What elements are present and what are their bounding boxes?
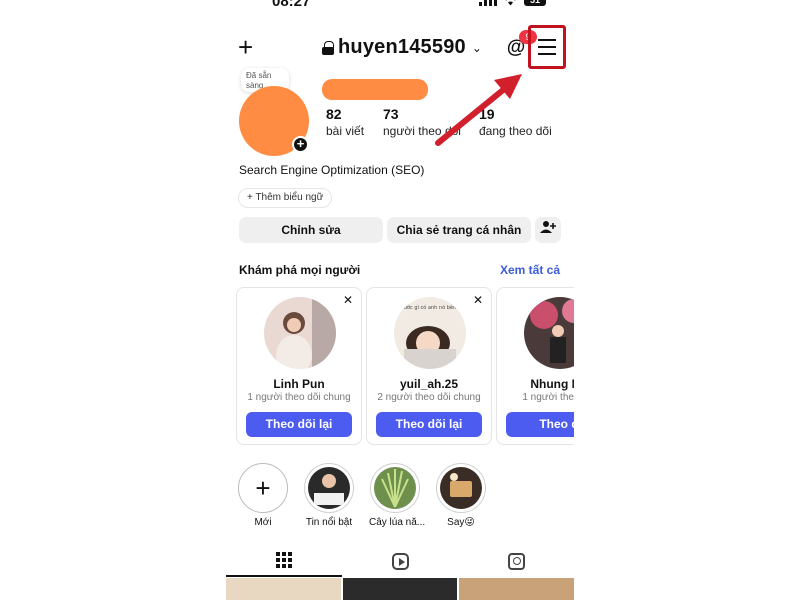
wifi-icon [505,0,516,5]
hamburger-line-icon [538,46,556,48]
stat-number: 19 [479,106,495,122]
post-thumbnail[interactable] [226,578,341,600]
suggestion-name: Nhung Ng [530,377,574,391]
stat-label: người theo dõi [383,124,461,138]
suggestion-name: yuil_ah.25 [399,377,459,391]
follow-back-button[interactable]: Theo dõi lại [376,412,482,437]
stat-label: đang theo dõi [479,124,552,138]
suggestion-avatar[interactable] [524,297,574,369]
highlight-label: Say😜 [447,517,475,528]
display-name-redacted [322,79,428,100]
stat-number: 73 [383,106,399,122]
suggestion-card[interactable]: ✕ ước gì có anh nó bên yuil_ah.25 2 ngườ… [366,287,492,445]
create-post-button[interactable]: + [238,34,253,60]
add-story-icon[interactable]: + [292,136,309,153]
battery-icon: 51 [524,0,546,6]
menu-button[interactable] [528,25,566,69]
add-person-icon[interactable] [535,217,561,243]
signal-icon [479,0,497,6]
bio-text: Search Engine Optimization (SEO) [239,163,425,177]
stat-number: 82 [326,106,342,122]
highlight-cover [308,467,350,509]
highlight-label: Tin nổi bật [305,517,353,528]
mutual-followers: 2 người theo dõi chung [377,392,481,403]
suggestion-name: Linh Pun [273,377,325,391]
reels-icon [391,552,409,570]
stat-label: bài viết [326,124,365,138]
share-profile-button[interactable]: Chia sẻ trang cá nhân [387,217,531,243]
highlight-cover [440,467,482,509]
close-icon[interactable]: ✕ [343,293,353,307]
chevron-down-icon: ⌄ [471,40,482,55]
mutual-followers: 1 người theo dõi chung [247,392,351,403]
tab-reels[interactable] [342,545,458,577]
lock-icon [322,40,334,55]
post-grid [226,578,574,600]
status-icons: 51 [479,0,546,6]
highlight-item[interactable]: Cây lúa nă... [369,463,426,528]
tab-tagged[interactable] [458,545,574,577]
edit-profile-button[interactable]: Chỉnh sửa [239,217,383,243]
highlight-item[interactable]: Say😜 [435,463,487,528]
suggestion-card[interactable]: Nhung Ng 1 người theo dõi Theo d [496,287,574,445]
highlight-cover [374,467,416,509]
highlight-new[interactable]: + Mới [237,463,289,528]
stat-followers[interactable]: 73 người theo dõi [383,106,461,138]
add-banner-button[interactable]: + Thêm biểu ngữ [238,188,333,208]
suggestion-avatar[interactable] [264,297,336,369]
highlight-label: Cây lúa nă... [369,517,426,528]
discover-title: Khám phá mọi người [239,263,361,277]
suggestion-card[interactable]: ✕ Linh Pun 1 người theo dõi chung Theo d… [236,287,362,445]
suggestion-avatar[interactable]: ước gì có anh nó bên [394,297,466,369]
tagged-icon [507,552,525,570]
post-thumbnail[interactable] [459,578,574,600]
stat-posts[interactable]: 82 bài viết [326,106,364,138]
status-time: 08:27 [272,0,311,10]
follow-back-button[interactable]: Theo dõi lại [246,412,352,437]
instagram-profile-screen: 08:27 51 + huyen145590 ⌄ @ 9 Đã sẵn sàng… [226,0,574,600]
post-thumbnail[interactable] [342,578,458,600]
stat-following[interactable]: 19 đang theo dõi [479,106,552,138]
hamburger-line-icon [538,39,556,41]
tab-grid[interactable] [226,545,342,577]
close-icon[interactable]: ✕ [473,293,483,307]
follow-back-button[interactable]: Theo d [506,412,574,437]
highlight-item[interactable]: Tin nổi bật [303,463,355,528]
account-switcher[interactable]: huyen145590 ⌄ [322,36,482,59]
see-all-link[interactable]: Xem tất cả [500,263,560,277]
mutual-followers: 1 người theo dõi [522,392,574,403]
hamburger-line-icon [538,53,556,55]
profile-tabs [226,545,574,577]
card-caption: ước gì có anh nó bên [404,304,456,311]
username: huyen145590 [338,36,466,58]
plus-icon: + [238,463,288,513]
highlight-label: Mới [254,517,272,528]
grid-icon [276,552,292,568]
